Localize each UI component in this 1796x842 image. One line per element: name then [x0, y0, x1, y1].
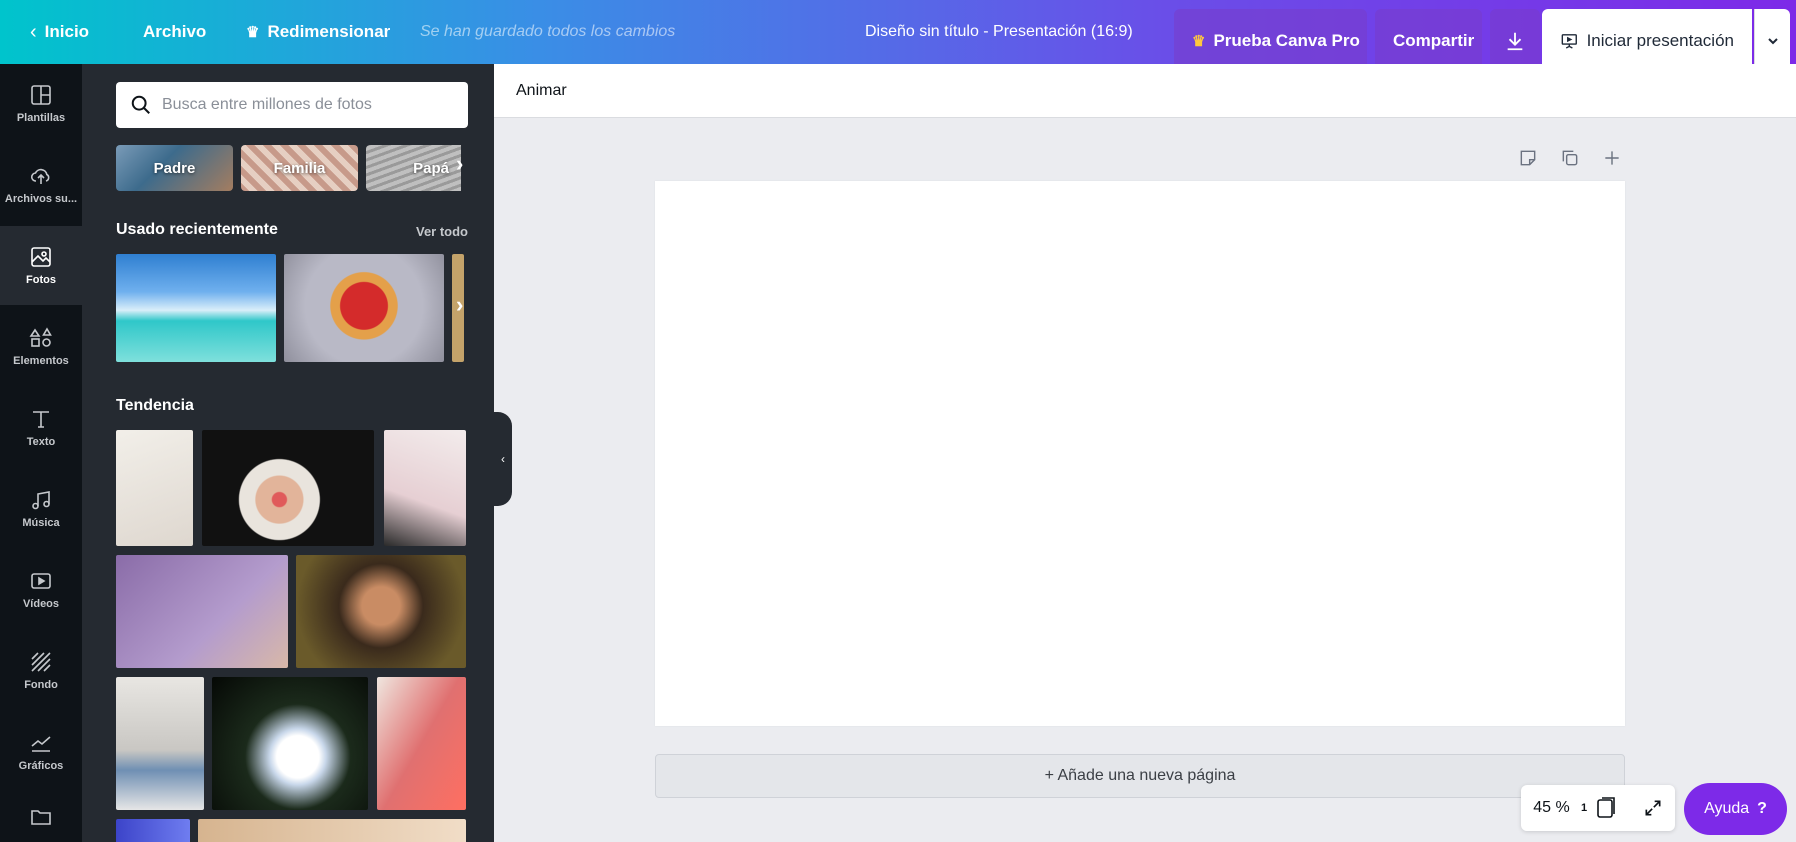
resize-button[interactable]: ♛ Redimensionar: [246, 0, 390, 64]
photo-gift[interactable]: [377, 677, 466, 810]
rail-item-label: Plantillas: [16, 112, 66, 124]
rail-item-label: Música: [22, 517, 60, 529]
share-label: Compartir: [1393, 31, 1475, 50]
help-question-icon: ?: [1757, 800, 1767, 817]
page-count-button[interactable]: 1: [1581, 796, 1618, 820]
presentation-icon: [1561, 34, 1577, 49]
help-button[interactable]: Ayuda ?: [1684, 783, 1787, 835]
add-page-label: + Añade una nueva página: [1044, 767, 1236, 784]
file-menu-button[interactable]: Archivo: [143, 0, 206, 64]
upload-cloud-icon: [30, 168, 50, 184]
design-title[interactable]: Diseño sin título - Presentación (16:9): [865, 0, 1133, 64]
zoom-value[interactable]: 45 %: [1533, 799, 1569, 817]
duplicate-page-icon[interactable]: [1560, 148, 1580, 168]
rail-item-folders[interactable]: [0, 793, 82, 842]
folder-icon: [31, 810, 51, 825]
rail-item-background[interactable]: Fondo: [0, 631, 82, 710]
chip-papa[interactable]: Papá: [366, 145, 461, 191]
editor-toolbar: Animar: [494, 64, 1796, 118]
photo-blue[interactable]: [116, 819, 190, 842]
download-icon: [1507, 32, 1523, 51]
chip-familia[interactable]: Familia: [241, 145, 358, 191]
home-label: Inicio: [44, 22, 90, 41]
chip-label: Padre: [153, 159, 196, 177]
photo-beach[interactable]: [116, 254, 276, 362]
page-count: 1: [1581, 802, 1588, 814]
photo-friends[interactable]: [116, 677, 204, 810]
zoom-controls: 45 % 1: [1521, 785, 1675, 831]
photo-dancer[interactable]: [384, 430, 466, 546]
chevron-down-icon: [1767, 38, 1778, 45]
pages-icon: [1597, 797, 1616, 818]
rail-item-videos[interactable]: Vídeos: [0, 550, 82, 629]
note-icon[interactable]: [1518, 148, 1538, 168]
photo-women[interactable]: [296, 555, 466, 668]
rail-item-label: Archivos su...: [4, 193, 78, 205]
rail-item-music[interactable]: Música: [0, 469, 82, 548]
photo-hands-purple[interactable]: [116, 555, 288, 668]
animate-button[interactable]: Animar: [516, 82, 567, 100]
chevron-right-icon[interactable]: ›: [456, 151, 463, 177]
design-canvas[interactable]: [655, 181, 1625, 726]
elements-icon: [29, 327, 52, 347]
photo-hand[interactable]: [116, 430, 193, 546]
rail-item-label: Vídeos: [22, 598, 60, 610]
search-input[interactable]: [162, 96, 462, 114]
photos-icon: [31, 247, 51, 267]
rail-item-label: Elementos: [13, 355, 69, 367]
chip-padre[interactable]: Padre: [116, 145, 233, 191]
rail-item-label: Gráficos: [18, 760, 64, 772]
photo-skin[interactable]: [198, 819, 466, 842]
search-box[interactable]: [116, 82, 468, 128]
photo-heart[interactable]: [202, 430, 374, 546]
rail-item-elements[interactable]: Elementos: [0, 307, 82, 386]
rail-item-label: Texto: [26, 436, 56, 448]
crown-icon: ♛: [246, 24, 260, 41]
left-rail: Plantillas Archivos su... Fotos Elemento…: [0, 64, 82, 842]
page-tools: [1518, 148, 1622, 168]
photo-tart[interactable]: [284, 254, 444, 362]
chevron-left-icon: ‹: [501, 452, 505, 466]
search-icon: [131, 95, 150, 114]
background-icon: [31, 652, 51, 672]
recent-title: Usado recientemente: [116, 221, 278, 238]
add-page-button[interactable]: + Añade una nueva página: [655, 754, 1625, 798]
charts-icon: [31, 736, 51, 752]
rail-item-label: Fondo: [24, 679, 58, 691]
photos-panel: Padre Familia Papá › Usado recientemente…: [82, 64, 494, 842]
home-button[interactable]: ‹ Inicio: [30, 0, 89, 64]
music-icon: [32, 491, 50, 510]
rail-item-text[interactable]: Texto: [0, 388, 82, 467]
crown-icon: ♛: [1192, 33, 1206, 50]
start-presentation-label: Iniciar presentación: [1586, 31, 1734, 50]
try-pro-label: Prueba Canva Pro: [1213, 31, 1360, 50]
fullscreen-icon[interactable]: [1643, 798, 1663, 818]
rail-item-label: Fotos: [26, 274, 56, 286]
rail-item-photos[interactable]: Fotos: [0, 226, 82, 305]
file-label: Archivo: [143, 22, 207, 41]
top-bar: ‹ Inicio Archivo ♛ Redimensionar Se han …: [0, 0, 1796, 73]
video-icon: [31, 573, 51, 589]
chevron-left-icon: ‹: [30, 20, 37, 43]
collapse-panel-button[interactable]: ‹: [494, 412, 512, 506]
rail-item-charts[interactable]: Gráficos: [0, 712, 82, 791]
see-all-link[interactable]: Ver todo: [416, 224, 468, 239]
add-page-icon[interactable]: [1602, 148, 1622, 168]
photo-flower[interactable]: [212, 677, 368, 810]
chip-label: Papá: [413, 159, 449, 177]
rail-item-templates[interactable]: Plantillas: [0, 64, 82, 143]
help-label: Ayuda: [1704, 800, 1750, 817]
text-icon: [33, 411, 49, 428]
saved-status: Se han guardado todos los cambios: [420, 23, 676, 40]
resize-label: Redimensionar: [267, 22, 391, 41]
chevron-right-icon[interactable]: ›: [456, 292, 463, 318]
templates-icon: [31, 85, 51, 105]
chip-label: Familia: [273, 159, 326, 177]
trending-title: Tendencia: [116, 397, 194, 414]
rail-item-uploads[interactable]: Archivos su...: [0, 145, 82, 224]
